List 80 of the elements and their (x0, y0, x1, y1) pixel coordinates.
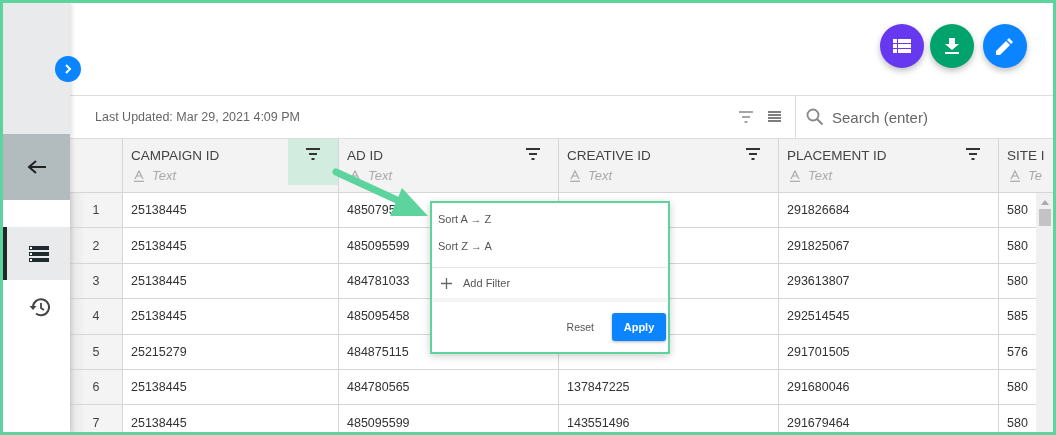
column-type: Text (368, 168, 393, 183)
plus-icon (441, 277, 452, 289)
table-cell: 585 (1007, 309, 1028, 324)
table-cell: 293613807 (787, 273, 850, 288)
scroll-thumb[interactable] (1038, 209, 1051, 226)
pencil-icon (996, 37, 1014, 55)
edit-button[interactable] (983, 24, 1027, 68)
chevron-right-icon (63, 63, 73, 75)
table-cell: 143551496 (567, 415, 630, 430)
table-cell: 580 (1007, 273, 1028, 288)
table-cell: 291825067 (787, 238, 850, 253)
history-icon (27, 296, 50, 317)
row-number: 5 (70, 334, 123, 369)
sort-option[interactable]: Sort Z → A (432, 230, 668, 257)
sort-option[interactable]: Sort A → Z (432, 203, 668, 230)
table-cell: 576 (1007, 344, 1028, 359)
search-icon (806, 108, 824, 126)
column-header: PLACEMENT ID (787, 148, 888, 163)
text-type-icon (1009, 169, 1021, 182)
filter-icon (965, 148, 981, 160)
filter-icon (305, 148, 321, 160)
history-button[interactable] (3, 280, 70, 333)
row-number: 7 (70, 405, 123, 432)
table-cell: 25138445 (131, 203, 187, 218)
text-type-icon (133, 169, 145, 182)
list-icon (28, 245, 49, 262)
column-header: AD ID (347, 148, 384, 163)
row-number: 4 (70, 299, 123, 334)
list-view-button[interactable] (3, 227, 70, 280)
table-cell: 291701505 (787, 344, 850, 359)
table-cell: 485095458 (347, 309, 410, 324)
last-updated-text: Last Updated: Mar 29, 2021 4:09 PM (95, 110, 301, 124)
text-type-icon (569, 169, 581, 182)
column-type: Text (808, 168, 833, 183)
row-number: 3 (70, 263, 123, 299)
row-number: 2 (70, 228, 123, 263)
column-header: CAMPAIGN ID (131, 148, 221, 163)
table-cell: 485095599 (347, 238, 410, 253)
table-cell: 25138445 (131, 238, 187, 253)
table-cell: 485095599 (347, 415, 410, 430)
column-type: Te (1028, 168, 1042, 183)
table-cell: 580 (1007, 415, 1028, 430)
column-type: Text (588, 168, 613, 183)
table-cell: 292514545 (787, 309, 850, 324)
filter-icon (525, 148, 541, 160)
table-cell: 25138445 (131, 309, 187, 324)
apply-button[interactable]: Apply (612, 313, 666, 341)
table-cell: 137847225 (567, 380, 630, 395)
table-cell: 580 (1007, 203, 1028, 218)
table-cell: 484780565 (347, 380, 410, 395)
scroll-up-icon[interactable] (1040, 200, 1049, 205)
download-icon (944, 38, 960, 54)
table-cell: 25138445 (131, 380, 187, 395)
column-type: Text (152, 168, 177, 183)
table-cell: 25138445 (131, 273, 187, 288)
add-filter-button[interactable]: Add Filter (432, 268, 668, 302)
row-number: 1 (70, 193, 123, 228)
filter-icon (745, 148, 761, 160)
table-cell: 484875115 (347, 344, 409, 359)
column-header: CREATIVE ID (567, 148, 652, 163)
text-type-icon (789, 169, 801, 182)
download-button[interactable] (930, 24, 974, 68)
table-cell: 291826684 (787, 203, 850, 218)
table-cell: 484781033 (347, 273, 410, 288)
table-view-button[interactable] (880, 24, 924, 68)
table-cell: 580 (1007, 380, 1028, 395)
row-number: 6 (70, 369, 123, 405)
column-filter-button[interactable] (288, 139, 338, 185)
table-cell: 25138445 (131, 415, 187, 430)
expand-button[interactable] (55, 56, 81, 82)
table-cell: 291680046 (787, 380, 850, 395)
back-arrow-icon (26, 159, 47, 175)
table-cell: 580 (1007, 238, 1028, 253)
table-cell: 25215279 (131, 344, 187, 359)
table-cell: 291679464 (787, 415, 850, 430)
table-icon (893, 39, 911, 53)
filter-icon[interactable] (738, 111, 754, 123)
scrollbar[interactable] (1036, 193, 1053, 432)
column-header: SITE I (1007, 148, 1046, 163)
list-icon[interactable] (768, 111, 781, 123)
